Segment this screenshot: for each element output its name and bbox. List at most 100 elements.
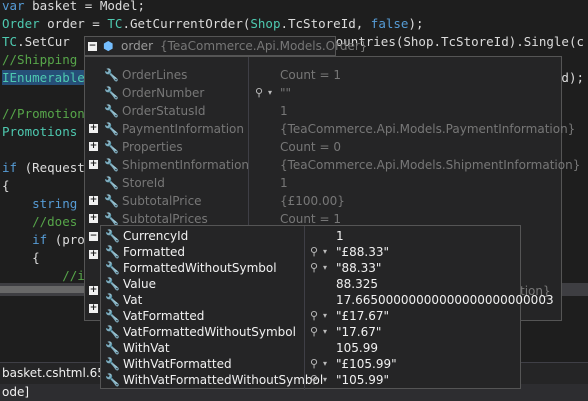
visualizer-search-icon[interactable]: ⚲	[310, 310, 322, 322]
visualizer-search-icon[interactable]: ⚲	[310, 358, 322, 370]
datatip-child-row[interactable]: 🔧 WithVatFormattedWithoutSymbol ⚲ ▾ "105.99"	[101, 371, 520, 389]
datatip-row[interactable]: + 🔧 SubtotalPrice {£100.00}	[85, 192, 561, 210]
code-token: TC	[2, 34, 18, 49]
code-token: );	[408, 16, 424, 31]
property-name: SubtotalPrice	[122, 194, 202, 208]
property-name: StoreId	[122, 176, 165, 190]
datatip-row[interactable]: 🔧 OrderLines Count = 1	[85, 66, 561, 84]
property-icon: 🔧	[105, 309, 120, 323]
code-token: //Promotions	[2, 106, 93, 121]
code-token: .TcStoreId,	[280, 16, 371, 31]
property-value: {TeaCommerce.Api.Models.ShipmentInformat…	[280, 158, 581, 172]
property-icon: 🔧	[105, 373, 120, 387]
code-line[interactable]: if (prom	[2, 231, 92, 249]
code-token: Order	[2, 16, 48, 31]
property-icon: 🔧	[105, 357, 120, 371]
property-value: ""	[280, 86, 292, 100]
visualizer-search-icon[interactable]: ⚲	[310, 246, 322, 258]
property-name: WithVatFormattedWithoutSymbol	[123, 373, 324, 387]
property-icon: 🔧	[105, 277, 120, 291]
property-icon: 🔧	[104, 194, 119, 208]
code-token: //is	[2, 268, 93, 283]
property-name: OrderNumber	[122, 86, 205, 100]
code-line[interactable]: {	[2, 177, 10, 195]
datatip-row[interactable]: + 🔧 Properties Count = 0	[85, 138, 561, 156]
code-token: .GetCurrentOrder(	[122, 16, 251, 31]
scroll-right-button[interactable]	[574, 283, 588, 296]
property-name: OrderLines	[122, 68, 188, 82]
code-line[interactable]: var basket = Model;	[2, 0, 145, 15]
property-icon: 🔧	[104, 122, 119, 136]
property-icon: 🔧	[104, 68, 119, 82]
property-icon: 🔧	[105, 245, 120, 259]
code-line[interactable]: //is	[2, 267, 92, 283]
datatip-row[interactable]: 🔧 OrderStatusId 1	[85, 102, 561, 120]
property-value: 1	[280, 176, 288, 190]
expand-icon[interactable]: +	[89, 196, 98, 205]
property-icon: 🔧	[105, 293, 120, 307]
property-value: Count = 0	[280, 140, 341, 154]
code-line[interactable]: if (Request.	[2, 159, 92, 177]
property-value: {TeaCommerce.Api.Models.PaymentInformati…	[280, 122, 576, 136]
property-name: ShipmentInformation	[122, 158, 250, 172]
collapse-button[interactable]: −	[88, 42, 97, 51]
expand-icon[interactable]: +	[89, 286, 98, 295]
object-icon: ⬢	[103, 39, 114, 53]
datatip-child-panel: 🔧 CurrencyId 1 🔧 Formatted ⚲ ▾ "£88.33" 🔧 Formatt…	[100, 225, 554, 390]
code-line[interactable]: {	[2, 249, 40, 267]
code-line[interactable]: //does c	[2, 213, 92, 231]
visualizer-search-icon[interactable]: ⚲	[310, 374, 322, 386]
property-icon: 🔧	[104, 176, 119, 190]
property-icon: 🔧	[104, 140, 119, 154]
code-line[interactable]: IEnumerable<	[2, 69, 92, 87]
code-line[interactable]: //Shipping m	[2, 51, 92, 69]
visualizer-search-icon[interactable]: ⚲	[255, 87, 267, 99]
expand-icon[interactable]: +	[89, 124, 98, 133]
code-token: order =	[47, 16, 108, 31]
code-line[interactable]: Order order = TC.GetCurrentOrder(Shop.Tc…	[2, 15, 424, 33]
property-icon: 🔧	[104, 212, 119, 226]
visualizer-search-icon[interactable]: ⚲	[310, 262, 322, 274]
property-name: PaymentInformation	[122, 122, 244, 136]
code-token: if	[2, 160, 25, 175]
datatip-header: − ⬢ order {TeaCommerce.Api.Models.Order}	[84, 36, 367, 56]
code-token: IEnumerable	[2, 70, 85, 85]
datatip-row[interactable]: + 🔧 ShipmentInformation {TeaCommerce.Api.Mo…	[85, 156, 580, 174]
code-token: var	[2, 0, 33, 13]
property-value: "105.99"	[336, 373, 390, 387]
property-icon: 🔧	[105, 325, 120, 339]
code-token: //does c	[2, 214, 93, 229]
datatip-variable-type: {TeaCommerce.Api.Models.Order}	[160, 39, 368, 53]
chevron-down-icon[interactable]: ▾	[268, 84, 272, 102]
code-line[interactable]: Promotions p	[2, 123, 92, 141]
code-token: Shop	[250, 16, 281, 31]
code-token: basket = Model;	[32, 0, 145, 13]
code-token: if	[2, 232, 55, 247]
chevron-down-icon[interactable]: ▾	[323, 371, 327, 389]
datatip-row[interactable]: + 🔧 PaymentInformation {TeaCommerce.Api.Mod…	[85, 120, 575, 138]
expand-icon[interactable]: +	[89, 250, 98, 259]
property-name: Properties	[122, 140, 183, 154]
property-name: OrderStatusId	[122, 104, 206, 118]
output-label: ode]	[2, 385, 30, 399]
code-token: string	[2, 196, 85, 211]
property-icon: 🔧	[104, 86, 119, 100]
code-token: {	[2, 250, 40, 265]
property-icon: 🔧	[105, 341, 120, 355]
datatip-row[interactable]: 🔧 StoreId 1	[85, 174, 561, 192]
datatip-row[interactable]: 🔧 OrderNumber ⚲ ▾ ""	[85, 84, 561, 102]
visualizer-search-icon[interactable]: ⚲	[310, 326, 322, 338]
code-line[interactable]: TC.SetCur	[2, 33, 70, 51]
code-line[interactable]: string c	[2, 195, 92, 213]
property-icon: 🔧	[105, 261, 120, 275]
property-icon: 🔧	[104, 158, 119, 172]
expand-icon[interactable]: +	[89, 142, 98, 151]
expand-icon[interactable]: +	[89, 214, 98, 223]
expand-icon[interactable]: +	[89, 160, 98, 169]
code-token: TC	[107, 16, 123, 31]
property-icon: 🔧	[104, 104, 119, 118]
collapse-icon[interactable]: −	[89, 232, 98, 241]
property-value: 1	[280, 104, 288, 118]
expand-icon[interactable]: +	[89, 304, 98, 313]
code-line[interactable]: //Promotions	[2, 105, 92, 123]
